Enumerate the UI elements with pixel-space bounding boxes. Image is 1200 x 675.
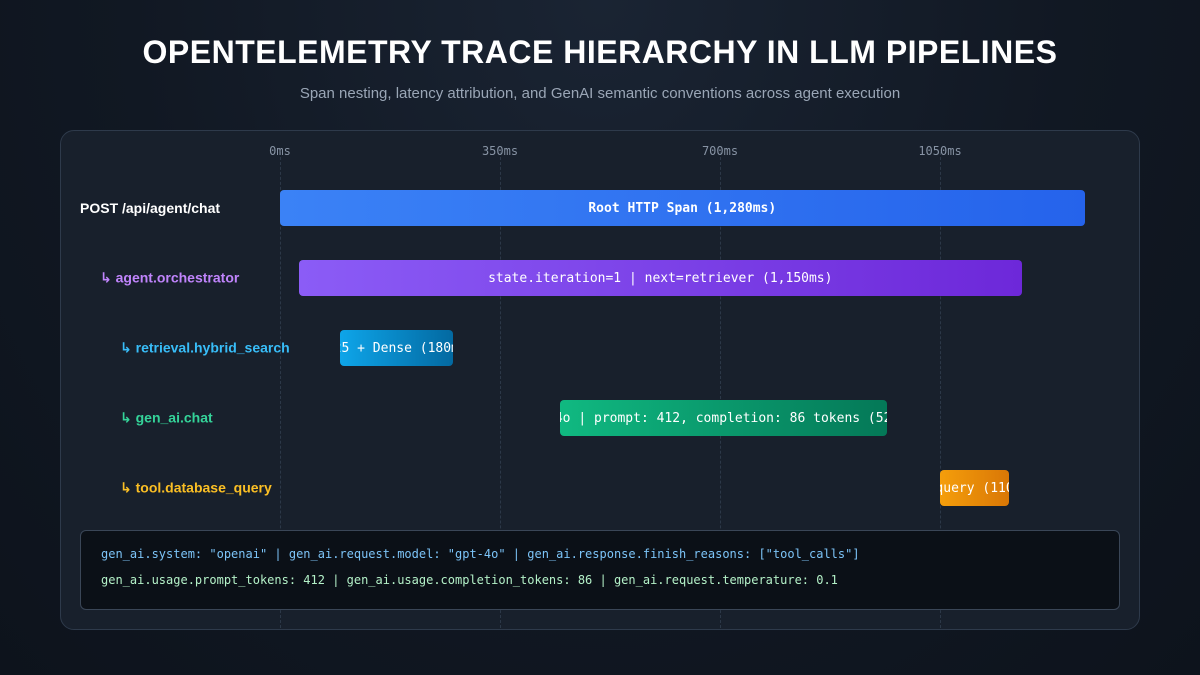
attributes-line-1: gen_ai.system: "openai" | gen_ai.request… (101, 547, 860, 561)
span-label-database-query: ↳ tool.database_query (120, 479, 272, 496)
span-bar-retrieval[interactable]: BM25 + Dense (180ms) (339, 330, 453, 366)
span-bar-orchestrator[interactable]: state.iteration=1 | next=retriever (1,15… (298, 260, 1022, 296)
span-label-retrieval: ↳ retrieval.hybrid_search (120, 339, 290, 356)
span-label-gen-ai-chat: ↳ gen_ai.chat (120, 409, 213, 426)
span-attributes-panel: gen_ai.system: "openai" | gen_ai.request… (80, 530, 1120, 610)
span-label-orchestrator: ↳ agent.orchestrator (100, 269, 240, 286)
tick-label-1050: 1050ms (918, 144, 962, 158)
tick-label-0: 0ms (269, 144, 291, 158)
tick-label-700: 700ms (701, 144, 739, 158)
tick-label-350: 350ms (481, 144, 519, 158)
attributes-line-2: gen_ai.usage.prompt_tokens: 412 | gen_ai… (101, 573, 838, 587)
page-subtitle: Span nesting, latency attribution, and G… (299, 85, 901, 102)
page-title: OPENTELEMETRY TRACE HIERARCHY IN LLM PIP… (142, 34, 1058, 70)
span-bar-gen-ai-chat[interactable]: gpt-4o | prompt: 412, completion: 86 tok… (559, 400, 887, 436)
span-bar-database-query[interactable]: pg.query (110ms) (940, 470, 1010, 506)
span-label-root: POST /api/agent/chat (80, 200, 221, 216)
span-bar-root[interactable]: Root HTTP Span (1,280ms) (280, 190, 1085, 226)
